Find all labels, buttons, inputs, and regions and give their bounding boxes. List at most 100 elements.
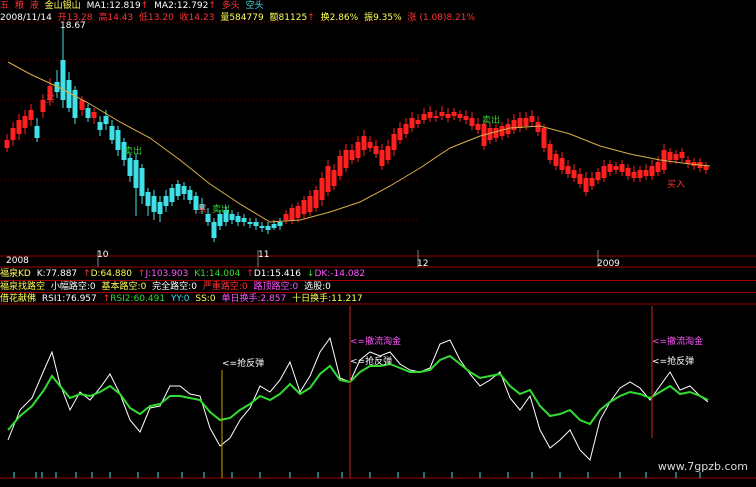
candle-body-65 [397,128,403,140]
candle-body-60 [367,142,373,148]
candle-body-2 [16,120,22,134]
candle-body-59 [361,136,367,150]
price-high-label: 18.67 [60,21,86,31]
candle-body-95 [577,174,583,184]
candle-body-63 [385,146,391,160]
candle-body-76 [463,116,469,120]
candle-body-85 [517,118,523,128]
candle-body-73 [445,114,451,118]
candle-body-64 [391,134,397,150]
candle-body-34 [211,222,217,238]
candle-body-0 [4,140,10,148]
candle-body-22 [139,168,145,196]
candle-body-61 [373,146,379,154]
candle-body-106 [643,170,649,176]
candle-body-75 [457,114,463,118]
rsi-annotation-1: <=抢反弹 [222,359,265,369]
candle-body-57 [349,150,355,160]
kd-arrow-1: ↑ [83,269,91,279]
rsi-rsi1: RSI1:76.957 [41,294,97,304]
candle-body-20 [127,158,133,176]
candle-body-4 [28,110,34,120]
candle-body-27 [169,188,175,202]
candle-body-26 [163,196,169,206]
candle-body-72 [439,112,445,116]
candle-body-99 [601,166,607,178]
candle-body-58 [355,142,361,158]
candle-body-12 [79,100,85,110]
annotation-sell-3: 卖出 [482,116,501,126]
candle-body-89 [541,128,547,148]
candle-body-78 [475,124,481,130]
candle-body-17 [109,126,115,140]
candle-body-101 [613,166,619,170]
candle-body-102 [619,164,625,172]
candle-body-25 [157,202,163,214]
rsi-ss: SS:0 [195,294,216,304]
candle-body-107 [649,166,655,176]
candle-body-93 [565,166,571,174]
candle-body-90 [547,144,553,160]
trend-item-basic: 基本路空:0 [101,282,147,292]
candle-body-14 [91,112,97,118]
rsi-annotation-5: <=抢反弹 [652,357,695,367]
candle-body-49 [301,200,307,214]
watermark: www.7gpzb.com [657,460,748,473]
annotation-buy-1: 买 [46,95,56,105]
candle-body-70 [427,112,433,118]
candle-body-43 [265,226,271,230]
kd-arrow-3: ↑ [246,269,254,279]
rsi-name[interactable]: 借花献佛 [0,294,36,304]
candle-body-53 [325,166,331,192]
candle-body-105 [637,170,643,178]
kd-d1: D1:15.416 [253,269,302,279]
candle-body-5 [34,126,40,138]
kd-name[interactable]: 福泉KD [0,269,31,279]
kd-j: J:103.903 [145,269,189,279]
candle-body-77 [469,118,475,126]
trend-item-top: 路顶路空:0 [253,282,299,292]
candle-body-111 [673,154,679,160]
candle-body-44 [271,224,277,228]
candle-body-30 [187,190,193,200]
candle-body-116 [703,166,709,170]
time-label-12: 12 [417,259,429,269]
candle-body-81 [493,128,499,138]
candle-body-62 [379,150,385,166]
trend-name[interactable]: 福泉找路空 [0,282,45,292]
annotation-sell-1: 卖出 [124,147,143,157]
candle-body-94 [571,170,577,178]
candle-body-6 [40,100,46,112]
candle-body-91 [553,154,559,166]
kd-k: K:77.887 [36,269,78,279]
candle-body-13 [85,108,91,118]
trend-item-small: 小幅路空:0 [50,282,96,292]
trend-item-full: 完全路空:0 [152,282,197,292]
candle-body-37 [229,214,235,220]
kd-indicator-row: 福泉KD K:77.887 ↑D:64.880 ↑J:103.903 K1:14… [0,268,368,280]
kline-chart[interactable] [0,0,756,487]
candle-body-11 [72,90,78,118]
candle-body-50 [307,196,313,212]
kd-d: D:64.880 [90,269,133,279]
rsi-ten-day-turnover: 十日换手:11.217 [292,294,363,304]
candle-body-9 [60,60,66,100]
candle-body-103 [625,168,631,176]
candle-body-48 [295,206,301,218]
candle-body-56 [343,150,349,168]
candle-body-42 [259,226,265,228]
candle-body-100 [607,164,613,172]
candle-body-21 [133,160,139,188]
candle-body-68 [415,120,421,124]
candle-body-54 [331,170,337,186]
candle-body-18 [115,130,121,150]
candle-body-51 [313,190,319,208]
candle-body-88 [535,122,541,132]
kd-dk: DK:-14.082 [314,269,366,279]
candle-body-86 [523,118,529,126]
trend-item-severe: 严重路空:0 [202,282,248,292]
candle-body-40 [247,222,253,224]
candle-body-39 [241,218,247,222]
rsi-indicator-row: 借花献佛 RSI1:76.957 ↑RSI2:60.491 YY:0 SS:0 … [0,293,366,305]
rsi-rsi2: RSI2:60.491 [110,294,166,304]
